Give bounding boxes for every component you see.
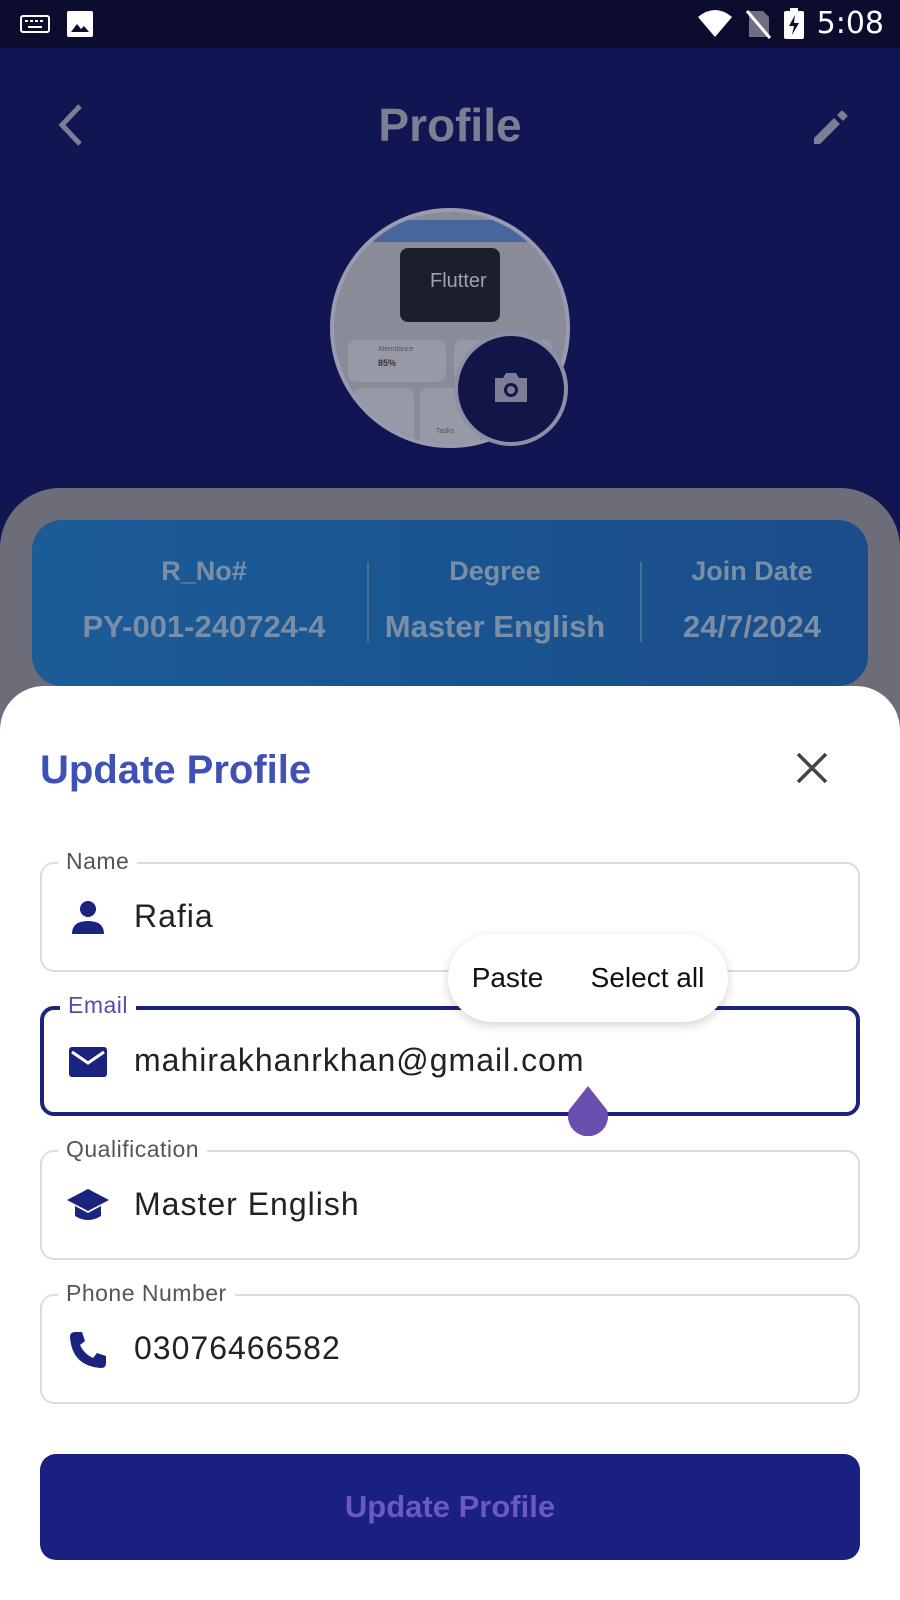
attendance-label: Attendance [378,346,414,353]
divider [367,562,369,642]
degree-value: Master English [384,609,606,644]
divider [640,562,642,642]
battery-charging-icon [783,7,804,39]
keyboard-icon [20,15,50,33]
select-all-menu-item[interactable]: Select all [591,962,705,994]
close-icon[interactable] [792,748,832,788]
qualification-label: Qualification [58,1136,208,1163]
tasks-label: Tasks [436,428,454,435]
wifi-icon [697,9,732,37]
qualification-field[interactable]: Qualification Master English [40,1136,860,1260]
page-title: Profile [378,99,522,151]
degree-block: Degree Master English [378,556,612,645]
email-input[interactable]: mahirakhanrkhan@gmail.com [134,1042,585,1079]
status-bar: 5:08 [0,0,900,48]
clock: 5:08 [816,6,884,41]
attendance-value: 85% [378,358,397,368]
r-no-value: PY-001-240724-4 [82,609,326,644]
phone-input[interactable]: 03076466582 [134,1330,341,1367]
update-profile-button[interactable]: Update Profile [40,1454,860,1560]
graduation-cap-icon [67,1189,109,1220]
person-icon [72,901,104,934]
text-context-menu: Paste Select all [448,934,728,1022]
mail-icon [69,1047,107,1077]
flutter-preview: Flutter [400,248,500,322]
email-label: Email [60,992,137,1019]
phone-label: Phone Number [58,1280,235,1307]
qualification-input[interactable]: Master English [134,1186,360,1223]
paste-menu-item[interactable]: Paste [472,962,544,994]
name-label: Name [58,848,138,875]
r-no-block: R_No# PY-001-240724-4 [74,556,334,645]
name-field[interactable]: Name Rafia [40,848,860,972]
join-date-label: Join Date [691,556,813,586]
join-date-value: 24/7/2024 [683,609,821,644]
change-photo-button[interactable] [454,332,568,446]
camera-icon [495,373,527,402]
phone-field[interactable]: Phone Number 03076466582 [40,1280,860,1404]
pencil-icon[interactable] [808,104,854,150]
profile-info-card: R_No# PY-001-240724-4 Degree Master Engl… [32,520,868,686]
text-cursor-handle[interactable] [565,1084,611,1136]
email-field[interactable]: Email mahirakhanrkhan@gmail.com [40,992,860,1116]
phone-icon [70,1332,106,1368]
join-date-block: Join Date 24/7/2024 [652,556,852,645]
image-icon [67,11,93,37]
no-sim-icon [745,9,771,39]
name-input[interactable]: Rafia [134,898,214,935]
sheet-title: Update Profile [40,748,312,792]
r-no-label: R_No# [161,556,247,586]
degree-label: Degree [449,556,541,586]
